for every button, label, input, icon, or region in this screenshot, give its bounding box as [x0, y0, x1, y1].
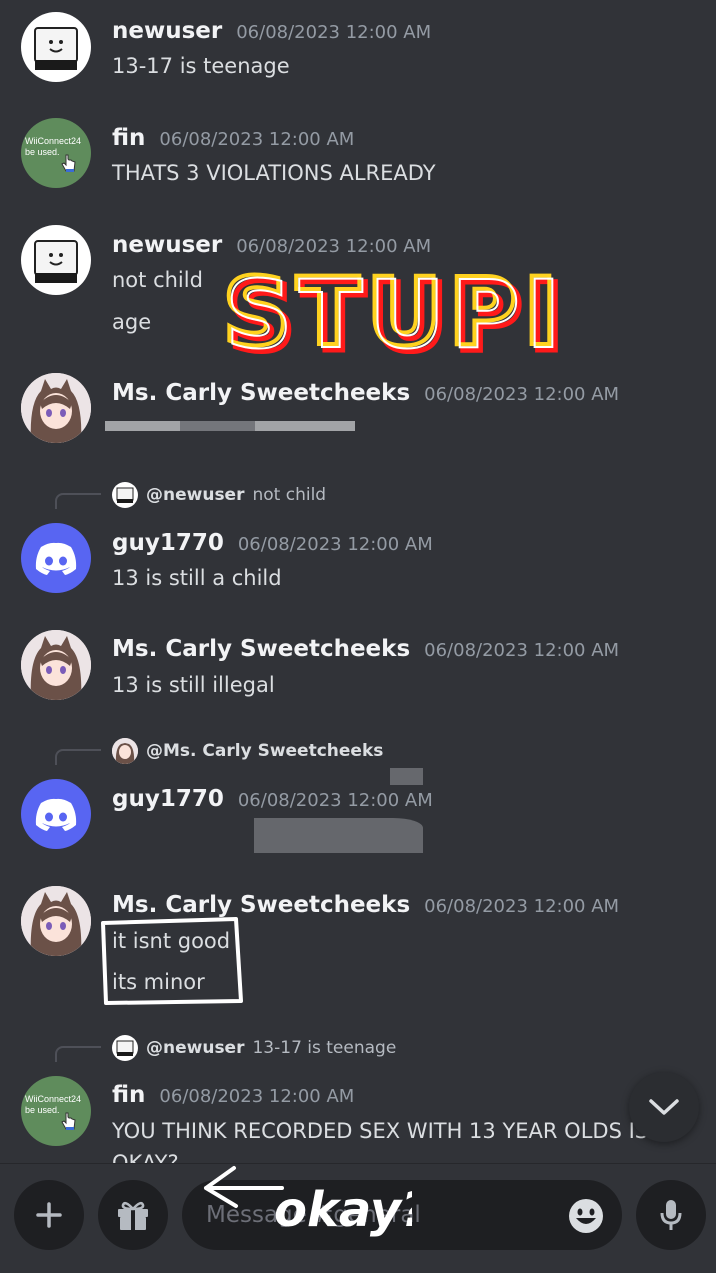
- message-author[interactable]: guy1770 06/08/2023 12:00 AM: [112, 786, 433, 812]
- anime-girl-avatar[interactable]: [21, 886, 91, 956]
- anime-girl-avatar[interactable]: [21, 630, 91, 700]
- emoji-smiley-icon: [569, 1199, 603, 1233]
- reply-author: @Ms. Carly Sweetcheeks: [146, 741, 384, 761]
- timestamp: 06/08/2023 12:00 AM: [236, 236, 432, 257]
- emoji-button[interactable]: [567, 1197, 605, 1235]
- plus-icon: [36, 1202, 62, 1228]
- roblox-avatar[interactable]: [21, 12, 91, 82]
- annotation-text-yellow: STUPID: [222, 262, 567, 367]
- author-name[interactable]: guy1770: [112, 530, 224, 556]
- message-text: THATS 3 VIOLATIONS ALREADY: [112, 161, 436, 185]
- reply-spine: [55, 493, 101, 509]
- discord-logo-avatar[interactable]: [21, 779, 91, 849]
- author-name[interactable]: newuser: [112, 18, 222, 44]
- annotation-text-red: STUPID: [228, 264, 567, 367]
- wii-connect-avatar[interactable]: WiiConnect24 be used.: [21, 1076, 91, 1146]
- author-name[interactable]: fin: [112, 1082, 145, 1108]
- reply-spine: [55, 749, 101, 765]
- author-name[interactable]: Ms. Carly Sweetcheeks: [112, 636, 410, 662]
- author-name[interactable]: Ms. Carly Sweetcheeks: [112, 380, 410, 406]
- message-text: YOU THINK RECORDED SEX WITH 13 YEAR OLDS…: [112, 1119, 649, 1143]
- message-author[interactable]: Ms. Carly Sweetcheeks 06/08/2023 12:00 AM: [112, 892, 619, 918]
- message-author[interactable]: fin 06/08/2023 12:00 AM: [112, 125, 354, 151]
- timestamp: 06/08/2023 12:00 AM: [424, 640, 620, 661]
- message-text: it isnt good: [112, 929, 231, 953]
- discord-logo-icon: [35, 542, 77, 575]
- annotation-text-white: STUPID: [225, 262, 567, 367]
- message-text: age: [112, 310, 152, 334]
- timestamp: 06/08/2023 12:00 AM: [424, 896, 620, 917]
- gift-nitro-button[interactable]: [98, 1180, 168, 1250]
- roblox-avatar: [112, 1035, 138, 1061]
- message-author[interactable]: fin 06/08/2023 12:00 AM: [112, 1082, 354, 1108]
- message-text: 13 is still a child: [112, 566, 282, 590]
- message-text: its minor: [112, 970, 205, 994]
- message-list: newuser 06/08/2023 12:00 AM 13-17 is teen…: [0, 0, 716, 1163]
- message-author[interactable]: newuser 06/08/2023 12:00 AM: [112, 18, 431, 44]
- timestamp: 06/08/2023 12:00 AM: [159, 129, 355, 150]
- timestamp: 06/08/2023 12:00 AM: [236, 22, 432, 43]
- message-text: 13-17 is teenage: [112, 54, 290, 78]
- message-text: 13 is still illegal: [112, 673, 275, 697]
- add-attachment-button[interactable]: [14, 1180, 84, 1250]
- timestamp: 06/08/2023 12:00 AM: [424, 384, 620, 405]
- reply-preview[interactable]: @newuser 13-17 is teenage: [112, 1035, 396, 1061]
- timestamp: 06/08/2023 12:00 AM: [237, 790, 433, 811]
- message-author[interactable]: Ms. Carly Sweetcheeks 06/08/2023 12:00 AM: [112, 380, 619, 406]
- author-name[interactable]: Ms. Carly Sweetcheeks: [112, 892, 410, 918]
- redacted-text: [105, 421, 355, 431]
- reply-text: not child: [252, 485, 327, 505]
- author-name[interactable]: fin: [112, 125, 145, 151]
- gift-icon: [118, 1201, 148, 1230]
- stupid-scribble-annotation: STUPID STUPID STUPID: [222, 262, 567, 367]
- discord-logo-icon: [35, 798, 77, 831]
- message-author[interactable]: Ms. Carly Sweetcheeks 06/08/2023 12:00 AM: [112, 636, 619, 662]
- timestamp: 06/08/2023 12:00 AM: [159, 1086, 355, 1107]
- message-author[interactable]: newuser 06/08/2023 12:00 AM: [112, 232, 431, 258]
- author-name[interactable]: guy1770: [112, 786, 224, 812]
- roblox-avatar: [112, 482, 138, 508]
- reply-text: 13-17 is teenage: [252, 1038, 397, 1058]
- anime-girl-avatar: [112, 738, 138, 764]
- reply-spine: [55, 1046, 101, 1062]
- reply-preview[interactable]: @newuser not child: [112, 482, 326, 508]
- reply-author: @newuser: [146, 1038, 245, 1058]
- hand-cursor-icon: [61, 154, 76, 172]
- chevron-down-icon: [649, 1099, 679, 1115]
- redacted-text: [390, 768, 423, 785]
- anime-girl-avatar[interactable]: [21, 373, 91, 443]
- jump-to-bottom-button[interactable]: [629, 1072, 699, 1142]
- discord-logo-avatar[interactable]: [21, 523, 91, 593]
- reply-preview[interactable]: @Ms. Carly Sweetcheeks: [112, 738, 391, 764]
- reply-author: @newuser: [146, 485, 245, 505]
- hand-cursor-icon: [61, 1112, 76, 1130]
- avatar-caption: WiiConnect24: [25, 1094, 82, 1104]
- voice-message-button[interactable]: [636, 1180, 706, 1250]
- message-text: not child: [112, 268, 203, 292]
- timestamp: 06/08/2023 12:00 AM: [237, 534, 433, 555]
- message-text: OKAY?: [112, 1151, 179, 1163]
- microphone-icon: [660, 1200, 682, 1230]
- avatar-caption: WiiConnect24: [25, 136, 82, 146]
- message-author[interactable]: guy1770 06/08/2023 12:00 AM: [112, 530, 433, 556]
- message-input[interactable]: [182, 1180, 622, 1250]
- wii-connect-avatar[interactable]: WiiConnect24 be used.: [21, 118, 91, 188]
- redacted-text: [254, 818, 423, 853]
- author-name[interactable]: newuser: [112, 232, 222, 258]
- roblox-avatar[interactable]: [21, 225, 91, 295]
